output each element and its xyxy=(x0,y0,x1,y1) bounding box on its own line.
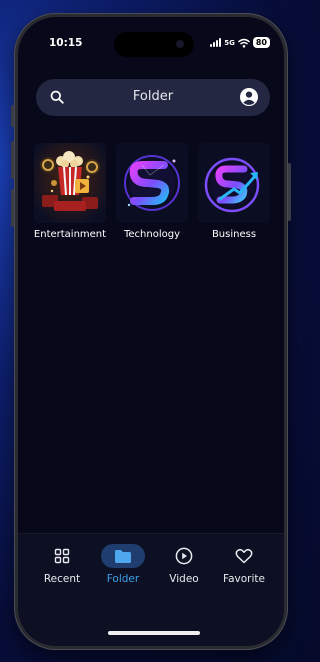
category-entertainment[interactable]: Entertainment xyxy=(32,143,108,240)
status-icons: 5G 80 xyxy=(210,37,270,48)
battery-level: 80 xyxy=(252,37,270,48)
account-icon[interactable] xyxy=(239,87,259,107)
wifi-icon xyxy=(238,38,250,48)
nav-label: Video xyxy=(169,573,199,585)
nav-item-recent[interactable]: Recent xyxy=(32,544,92,585)
category-label: Technology xyxy=(123,229,180,240)
growth-logo-thumbnail xyxy=(198,143,270,223)
nav-item-favorite[interactable]: Favorite xyxy=(214,544,274,585)
popcorn-cinema-thumbnail xyxy=(34,143,106,223)
search-title: Folder xyxy=(132,89,174,104)
nav-item-folder[interactable]: Folder xyxy=(93,544,153,585)
grid-icon xyxy=(54,548,70,564)
nav-item-video[interactable]: Video xyxy=(154,544,214,585)
volume-down-button xyxy=(11,189,14,227)
network-type: 5G xyxy=(224,38,235,47)
status-time: 10:15 xyxy=(49,37,83,49)
power-button xyxy=(288,163,291,221)
bottom-navigation: Recent Folder Video Favorite xyxy=(18,533,284,646)
action-button xyxy=(11,105,14,127)
dynamic-island xyxy=(114,32,194,57)
category-label: Entertainment xyxy=(33,229,107,240)
nav-label: Recent xyxy=(43,573,81,585)
nav-label: Favorite xyxy=(223,573,265,585)
folder-icon xyxy=(115,549,131,563)
signal-icon xyxy=(210,38,222,47)
screen: 10:15 5G 80 Folder Entertainment Technol… xyxy=(18,17,284,646)
nav-label: Folder xyxy=(106,573,140,585)
category-business[interactable]: Business xyxy=(196,143,272,240)
category-label: Business xyxy=(211,229,257,240)
heart-icon xyxy=(235,548,253,564)
search-bar[interactable]: Folder xyxy=(36,79,270,116)
home-indicator[interactable] xyxy=(108,631,200,635)
volume-up-button xyxy=(11,141,14,179)
status-bar: 10:15 5G 80 xyxy=(18,32,284,57)
play-circle-icon xyxy=(175,547,193,565)
s-logo-thumbnail xyxy=(116,143,188,223)
category-technology[interactable]: Technology xyxy=(114,143,190,240)
phone-frame: 10:15 5G 80 Folder Entertainment Technol… xyxy=(11,13,291,650)
